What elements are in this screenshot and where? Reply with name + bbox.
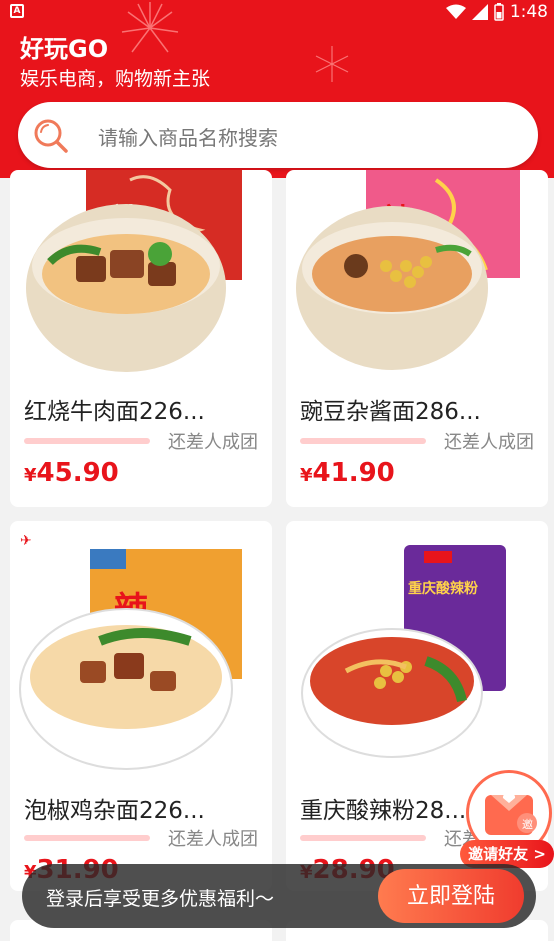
- status-time: 1:48: [509, 2, 548, 22]
- group-progress-bar: [24, 835, 150, 841]
- product-price: ¥41.90: [300, 458, 395, 488]
- firework-decoration: [315, 46, 349, 82]
- price-value: 45.90: [36, 458, 119, 488]
- product-image[interactable]: 辣: [10, 170, 272, 380]
- group-status: 还差人成团: [168, 829, 258, 850]
- brand-mark: 重庆酸辣粉: [408, 580, 478, 597]
- app-header: A 1:48 好玩GO 娱乐电商，购物新主张 请输入商品名称搜索: [0, 0, 554, 178]
- login-prompt-bar: 登录后享受更多优惠福利～ 立即登陆: [22, 864, 536, 928]
- wifi-icon: [445, 4, 466, 19]
- group-progress-bar: [300, 438, 426, 444]
- product-image[interactable]: ✈ 辣: [10, 521, 272, 781]
- login-button[interactable]: 立即登陆: [378, 869, 524, 923]
- group-status: 还差人成团: [168, 432, 258, 453]
- product-name[interactable]: 红烧牛肉面226...: [24, 392, 205, 426]
- product-card[interactable]: 辣 红烧牛肉面226... 还差人成团 ¥45.90: [10, 170, 272, 507]
- search-bar[interactable]: 请输入商品名称搜索: [18, 102, 538, 168]
- product-name[interactable]: 重庆酸辣粉28...: [300, 791, 466, 825]
- currency-symbol: ¥: [24, 465, 37, 486]
- search-placeholder[interactable]: 请输入商品名称搜索: [98, 122, 278, 151]
- product-price: ¥45.90: [24, 458, 119, 488]
- brand-logo: ✈: [20, 533, 32, 549]
- product-name[interactable]: 豌豆杂酱面286...: [300, 392, 481, 426]
- invite-badge-text: 邀: [522, 817, 533, 831]
- notification-icon: A: [10, 4, 24, 18]
- group-status: 还差人成团: [444, 432, 534, 453]
- invite-friends-button[interactable]: 邀 邀请好友 >: [460, 770, 554, 870]
- product-card[interactable]: ✈ 辣 泡椒鸡杂面226... 还差人成团 ¥31.90: [10, 521, 272, 891]
- app-subtitle: 娱乐电商，购物新主张: [20, 68, 211, 90]
- search-icon: [34, 119, 68, 153]
- product-image[interactable]: 辣: [286, 170, 548, 380]
- app-title: 好玩GO: [20, 35, 109, 63]
- currency-symbol: ¥: [300, 465, 313, 486]
- product-card[interactable]: 辣 豌豆杂酱面286... 还差人成团 ¥41.90: [286, 170, 548, 507]
- group-progress-bar: [300, 835, 426, 841]
- group-progress-bar: [24, 438, 150, 444]
- login-prompt-text: 登录后享受更多优惠福利～: [46, 888, 275, 910]
- status-bar: A 1:48: [0, 0, 554, 26]
- product-name[interactable]: 泡椒鸡杂面226...: [24, 791, 205, 825]
- product-image[interactable]: 重庆酸辣粉: [286, 521, 548, 781]
- price-value: 41.90: [312, 458, 395, 488]
- battery-icon: [494, 3, 504, 21]
- signal-icon: [471, 4, 488, 20]
